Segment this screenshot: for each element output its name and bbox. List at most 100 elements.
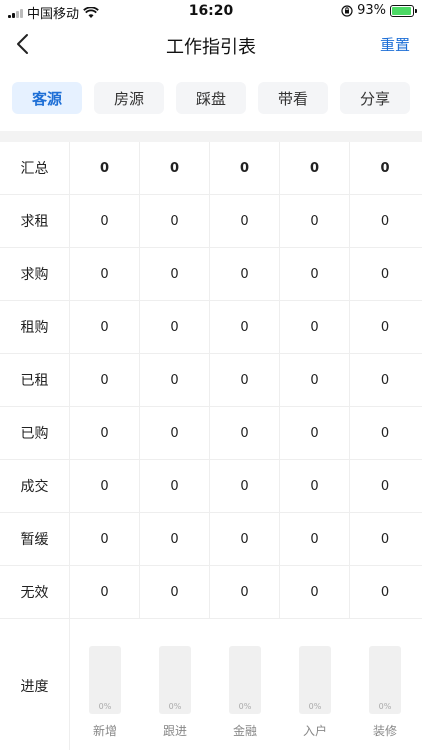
progress-bar: 0% bbox=[369, 646, 401, 714]
progress-bar: 0% bbox=[299, 646, 331, 714]
table-cell: 0 bbox=[280, 248, 350, 300]
table-row: 求购 0 0 0 0 0 bbox=[0, 248, 422, 301]
table-cell: 0 bbox=[380, 531, 390, 547]
table-cell: 0 bbox=[140, 248, 210, 300]
table-row: 求租 0 0 0 0 0 bbox=[0, 195, 422, 248]
row-label: 汇总 bbox=[0, 142, 70, 194]
table-cell: 0 bbox=[210, 301, 280, 353]
progress-bar-label: 入户 bbox=[302, 724, 327, 738]
progress-bar-label: 跟进 bbox=[162, 724, 187, 738]
table-cell: 0 bbox=[70, 566, 140, 618]
table-row: 成交 0 0 0 0 0 bbox=[0, 460, 422, 513]
reset-button[interactable]: 重置 bbox=[380, 34, 410, 55]
table-cell: 0 bbox=[140, 354, 210, 406]
table-cell: 0 bbox=[140, 460, 210, 512]
table-cell: 0 bbox=[280, 460, 350, 512]
progress-bar-label: 装修 bbox=[372, 724, 397, 738]
table-cell: 0 bbox=[140, 566, 210, 618]
tab-site-visit[interactable]: 踩盘 bbox=[176, 82, 246, 114]
progress-row: 进度 0% 新增 0% 跟进 0% 金融 0% 入户 0% 装修 bbox=[0, 619, 422, 750]
table-row: 已租 0 0 0 0 0 bbox=[0, 354, 422, 407]
table-cell: 0 bbox=[280, 513, 350, 565]
table-cell: 0 bbox=[140, 142, 210, 194]
progress-bar-label: 金融 bbox=[232, 724, 257, 738]
table-cell: 0 bbox=[210, 195, 280, 247]
progress-percent: 0% bbox=[308, 702, 322, 711]
table-cell: 0 bbox=[140, 513, 210, 565]
row-label: 无效 bbox=[0, 566, 70, 618]
table-cell: 0 bbox=[210, 460, 280, 512]
table-row: 租购 0 0 0 0 0 bbox=[0, 301, 422, 354]
progress-percent: 0% bbox=[378, 702, 392, 711]
progress-item: 0% 装修 bbox=[350, 619, 420, 750]
work-guide-table: 汇总 0 0 0 0 0 求租 0 0 0 0 0 求购 0 0 0 0 0 租… bbox=[0, 142, 422, 750]
table-cell: 0 bbox=[70, 460, 140, 512]
table-cell: 0 bbox=[210, 248, 280, 300]
row-label: 暂缓 bbox=[0, 513, 70, 565]
table-cell: 0 bbox=[380, 160, 390, 176]
table-cell: 0 bbox=[140, 195, 210, 247]
progress-item: 0% 金融 bbox=[210, 619, 280, 750]
progress-label: 进度 bbox=[0, 619, 70, 750]
progress-bars: 0% 新增 0% 跟进 0% 金融 0% 入户 0% 装修 bbox=[70, 619, 422, 750]
table-cell: 0 bbox=[70, 195, 140, 247]
progress-bar-label: 新增 bbox=[92, 724, 117, 738]
tab-share[interactable]: 分享 bbox=[340, 82, 410, 114]
progress-bar: 0% bbox=[159, 646, 191, 714]
table-cell: 0 bbox=[210, 513, 280, 565]
row-label: 已租 bbox=[0, 354, 70, 406]
table-cell: 0 bbox=[380, 372, 390, 388]
status-bar: 中国移动 16:20 93% bbox=[0, 0, 422, 22]
table-cell: 0 bbox=[70, 407, 140, 459]
table-cell: 0 bbox=[380, 213, 390, 229]
table-cell: 0 bbox=[280, 407, 350, 459]
table-cell: 0 bbox=[140, 301, 210, 353]
table-cell: 0 bbox=[280, 566, 350, 618]
table-cell: 0 bbox=[380, 478, 390, 494]
row-label: 租购 bbox=[0, 301, 70, 353]
status-right: 93% bbox=[341, 3, 417, 18]
progress-bar: 0% bbox=[89, 646, 121, 714]
table-cell: 0 bbox=[140, 407, 210, 459]
table-row: 无效 0 0 0 0 0 bbox=[0, 566, 422, 619]
battery-icon bbox=[390, 4, 417, 17]
table-cell: 0 bbox=[380, 266, 390, 282]
battery-percent: 93% bbox=[357, 3, 386, 18]
row-label: 求租 bbox=[0, 195, 70, 247]
tab-showing[interactable]: 带看 bbox=[258, 82, 328, 114]
table-cell: 0 bbox=[380, 425, 390, 441]
table-cell: 0 bbox=[210, 354, 280, 406]
progress-percent: 0% bbox=[238, 702, 252, 711]
orientation-lock-icon bbox=[341, 4, 353, 17]
row-label: 成交 bbox=[0, 460, 70, 512]
nav-bar: 工作指引表 重置 bbox=[0, 22, 422, 66]
table-cell: 0 bbox=[380, 319, 390, 335]
table-cell: 0 bbox=[380, 584, 390, 600]
table-cell: 0 bbox=[70, 248, 140, 300]
table-row: 暂缓 0 0 0 0 0 bbox=[0, 513, 422, 566]
table-cell: 0 bbox=[280, 301, 350, 353]
table-cell: 0 bbox=[280, 195, 350, 247]
progress-item: 0% 新增 bbox=[70, 619, 140, 750]
row-label: 已购 bbox=[0, 407, 70, 459]
table-cell: 0 bbox=[280, 354, 350, 406]
tab-customer-source[interactable]: 客源 bbox=[12, 82, 82, 114]
progress-item: 0% 跟进 bbox=[140, 619, 210, 750]
table-cell: 0 bbox=[70, 142, 140, 194]
progress-item: 0% 入户 bbox=[280, 619, 350, 750]
progress-bar: 0% bbox=[229, 646, 261, 714]
table-cell: 0 bbox=[70, 354, 140, 406]
page-title: 工作指引表 bbox=[166, 37, 256, 58]
section-divider bbox=[0, 131, 422, 142]
table-cell: 0 bbox=[280, 142, 350, 194]
row-label: 求购 bbox=[0, 248, 70, 300]
table-cell: 0 bbox=[70, 513, 140, 565]
tab-house-source[interactable]: 房源 bbox=[94, 82, 164, 114]
progress-percent: 0% bbox=[168, 702, 182, 711]
table-row-summary: 汇总 0 0 0 0 0 bbox=[0, 142, 422, 195]
table-cell: 0 bbox=[210, 566, 280, 618]
table-cell: 0 bbox=[210, 142, 280, 194]
category-tabs: 客源 房源 踩盘 带看 分享 bbox=[12, 82, 410, 114]
table-cell: 0 bbox=[210, 407, 280, 459]
progress-percent: 0% bbox=[98, 702, 112, 711]
